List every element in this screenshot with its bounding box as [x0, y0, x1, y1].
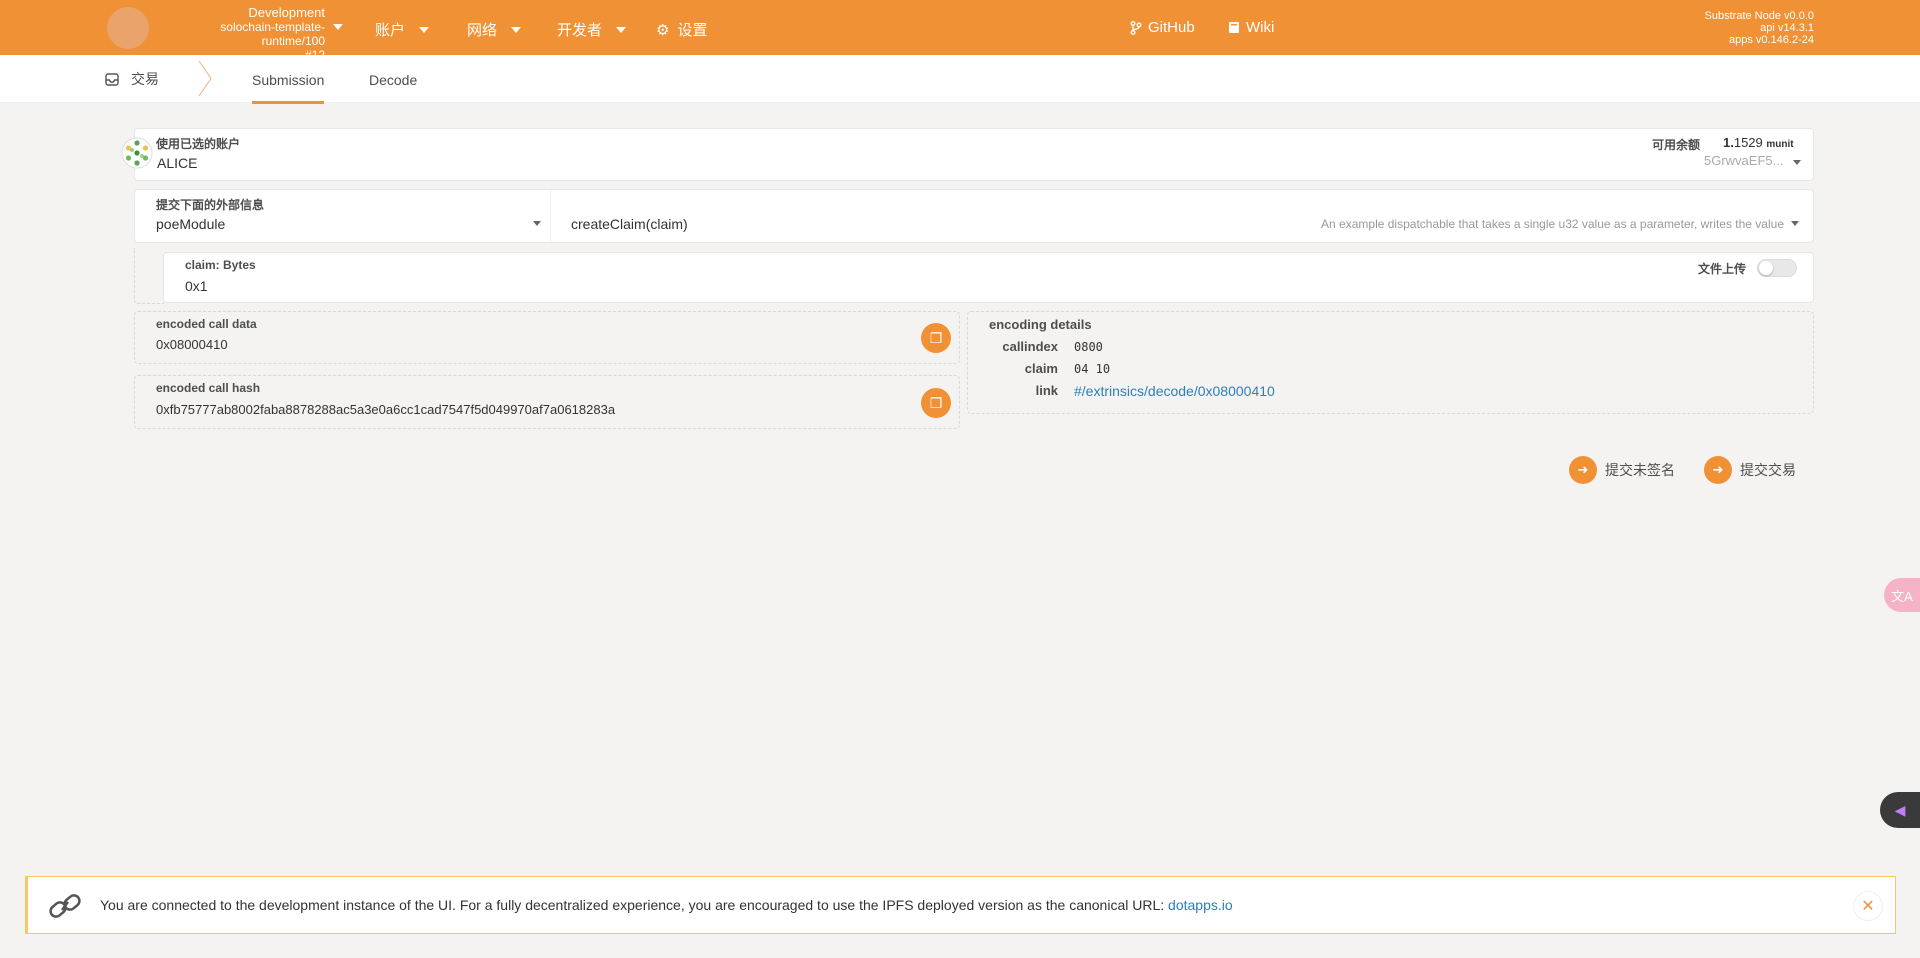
- banner-text: You are connected to the development ins…: [100, 897, 1169, 913]
- github-label: GitHub: [1148, 19, 1195, 36]
- extension-icon: ◀: [1894, 801, 1906, 818]
- git-branch-icon: [1130, 20, 1142, 35]
- method-description: An example dispatchable that takes a sin…: [1321, 217, 1784, 231]
- details-label: encoding details: [989, 317, 1092, 332]
- close-banner-button[interactable]: ✕: [1853, 891, 1883, 921]
- dev-instance-banner: You are connected to the development ins…: [25, 876, 1896, 934]
- account-name: ALICE: [157, 155, 198, 171]
- sign-in-icon: ➜: [1704, 456, 1732, 484]
- apps-version: apps v0.146.2-24: [1728, 34, 1814, 46]
- breadcrumb-separator: [198, 61, 212, 96]
- section-title: 交易: [105, 69, 159, 89]
- balance-unit: munit: [1766, 139, 1794, 150]
- balance-value: 1.1529 munit: [1723, 135, 1794, 150]
- api-version: api v14.3.1: [1760, 22, 1814, 34]
- account-selector[interactable]: 使用已选的账户 ALICE 可用余额 1.1529 munit 5GrwvaEF…: [121, 128, 1814, 181]
- menu-label: 账户: [375, 22, 406, 39]
- claim-input[interactable]: 0x1: [185, 278, 208, 294]
- extension-button[interactable]: ◀: [1880, 792, 1920, 828]
- submit-transaction-button[interactable]: ➜ 提交交易: [1704, 456, 1796, 484]
- book-icon: [1229, 22, 1239, 33]
- menu-accounts[interactable]: 账户: [375, 19, 430, 40]
- tab-label: Submission: [252, 72, 325, 88]
- gear-icon: ⚙: [656, 21, 670, 39]
- menu-label: 开发者: [557, 22, 603, 39]
- top-navigation-bar: Development solochain-template-runtime/1…: [0, 0, 1920, 62]
- file-upload-label: 文件上传: [1698, 262, 1747, 276]
- version-info: Substrate Node v0.0.0 api v14.3.1 apps v…: [1705, 10, 1814, 46]
- network-name: Development: [248, 5, 325, 20]
- method-value: createClaim(claim): [571, 216, 688, 232]
- account-label: 使用已选的账户: [156, 137, 241, 151]
- chevron-down-icon[interactable]: [1793, 160, 1801, 165]
- github-link[interactable]: GitHub: [1130, 19, 1195, 36]
- module-value: poeModule: [156, 216, 226, 232]
- identicon-icon: [121, 137, 153, 169]
- chain-logo[interactable]: [107, 7, 149, 49]
- balance-label: 可用余额: [1652, 138, 1701, 152]
- chain-dropdown-icon[interactable]: [333, 24, 343, 30]
- menu-label: 设置: [677, 22, 708, 39]
- wiki-link[interactable]: Wiki: [1228, 19, 1274, 36]
- encoded-call-hash: encoded call hash 0xfb75777ab8002faba887…: [134, 375, 960, 429]
- menu-network[interactable]: 网络: [467, 19, 522, 40]
- file-upload-toggle[interactable]: [1757, 259, 1797, 277]
- translate-button[interactable]: 文A: [1884, 578, 1920, 612]
- menu-developer[interactable]: 开发者: [557, 19, 627, 40]
- chevron-down-icon: [419, 26, 430, 33]
- close-icon: ✕: [1861, 898, 1875, 915]
- callindex-key: callindex: [1002, 339, 1058, 354]
- param-label: claim: Bytes: [185, 258, 256, 272]
- copy-icon: ❐: [929, 329, 943, 346]
- copy-call-hash-button[interactable]: ❐: [921, 388, 951, 418]
- balance-integer: 1.: [1723, 135, 1734, 150]
- param-indent: [134, 248, 164, 304]
- link-key: link: [1035, 383, 1058, 398]
- copy-call-data-button[interactable]: ❐: [921, 323, 951, 353]
- section-label: 交易: [131, 71, 159, 87]
- translate-icon: 文A: [1891, 588, 1913, 604]
- call-data-value: 0x08000410: [156, 337, 228, 352]
- tab-decode[interactable]: Decode: [355, 72, 431, 88]
- module-dropdown[interactable]: poeModule: [135, 190, 551, 242]
- dotapps-link[interactable]: dotapps.io: [1168, 897, 1233, 913]
- param-claim: claim: Bytes 0x1 文件上传: [163, 252, 1814, 303]
- claim-value: 04 10: [1074, 362, 1111, 376]
- tab-submission[interactable]: Submission: [238, 72, 338, 104]
- tab-label: Decode: [369, 72, 418, 88]
- claim-key: claim: [1024, 361, 1058, 376]
- button-label: 提交未签名: [1605, 462, 1675, 478]
- balance-decimal: 1529: [1733, 135, 1763, 150]
- runtime-version: solochain-template-runtime/100: [220, 20, 325, 48]
- decode-link[interactable]: #/extrinsics/decode/0x08000410: [1074, 383, 1275, 399]
- sign-in-icon: ➜: [1569, 456, 1597, 484]
- encoding-details: encoding details callindex 0800 claim 04…: [967, 311, 1814, 414]
- chain-selector[interactable]: Development solochain-template-runtime/1…: [160, 5, 325, 63]
- encoded-call-data: encoded call data 0x08000410 ❐: [134, 311, 960, 364]
- menu-label: 网络: [467, 22, 498, 39]
- method-dropdown[interactable]: createClaim(claim) An example dispatchab…: [550, 190, 1814, 242]
- menu-settings[interactable]: ⚙ 设置: [656, 19, 707, 40]
- chevron-down-icon: [533, 221, 541, 226]
- node-version: Substrate Node v0.0.0: [1704, 10, 1814, 22]
- call-hash-value: 0xfb75777ab8002faba8878288ac5a3e0a6cc1ca…: [156, 402, 616, 417]
- copy-icon: ❐: [929, 394, 943, 411]
- call-data-label: encoded call data: [156, 317, 257, 331]
- callindex-value: 0800: [1074, 340, 1103, 354]
- button-label: 提交交易: [1740, 462, 1796, 478]
- wiki-label: Wiki: [1246, 19, 1275, 36]
- inbox-icon: [105, 72, 119, 86]
- sub-navigation: 交易 Submission Decode: [0, 55, 1920, 104]
- chevron-down-icon: [616, 26, 627, 33]
- call-hash-label: encoded call hash: [156, 381, 261, 395]
- chevron-down-icon: [511, 26, 522, 33]
- extrinsic-selector: 提交下面的外部信息 poeModule createClaim(claim) A…: [134, 189, 1814, 243]
- submit-unsigned-button[interactable]: ➜ 提交未签名: [1569, 456, 1675, 484]
- banner-message: You are connected to the development ins…: [100, 897, 1233, 913]
- link-icon: [49, 894, 81, 918]
- chevron-down-icon: [1791, 221, 1799, 226]
- account-address: 5GrwvaEF5...: [1704, 153, 1784, 168]
